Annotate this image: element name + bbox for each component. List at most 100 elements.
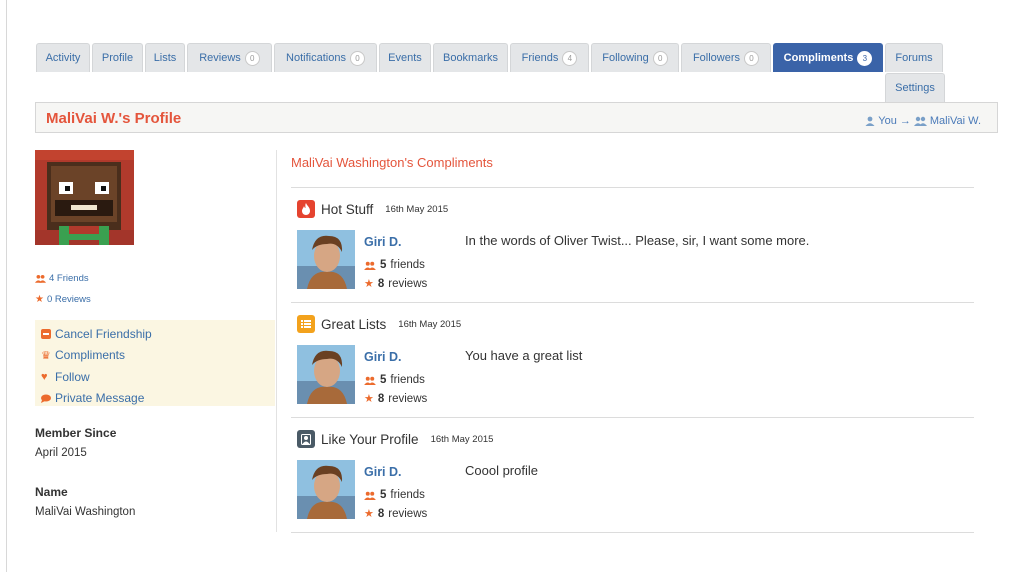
star-icon: ★ <box>364 278 374 290</box>
tab-count-badge: 0 <box>744 50 760 66</box>
compliment-message: In the words of Oliver Twist... Please, … <box>465 233 810 248</box>
user-photo[interactable] <box>297 230 355 289</box>
crumb-you-link[interactable]: You <box>878 115 897 127</box>
star-icon: ★ <box>364 508 374 520</box>
list-icon <box>297 315 315 333</box>
action-label: Private Message <box>55 391 145 406</box>
friends-label: friends <box>390 374 425 386</box>
compliment-date: 16th May 2015 <box>385 203 449 215</box>
profile-actions: Cancel Friendship ♛ Compliments ♥ Follow… <box>35 320 275 406</box>
user-friends-stat: 5 friends <box>364 259 425 271</box>
tab-activity[interactable]: Activity <box>36 43 90 72</box>
private-message-button[interactable]: Private Message <box>41 388 275 410</box>
tab-label: Bookmarks <box>442 52 499 64</box>
user-name-link[interactable]: Giri D. <box>364 235 402 249</box>
crumb-arrow: → <box>899 115 911 127</box>
compliment-type: Hot Stuff <box>321 201 374 217</box>
member-since-label: Member Since <box>35 426 117 440</box>
avatar <box>35 150 134 245</box>
tab-label: Lists <box>153 52 177 64</box>
profile-icon <box>297 430 315 448</box>
tab-profile[interactable]: Profile <box>92 43 143 72</box>
users-icon <box>364 261 376 270</box>
page-left-border <box>6 0 7 572</box>
column-divider <box>276 150 277 532</box>
tab-label: Activity <box>45 52 81 64</box>
user-name-link[interactable]: Giri D. <box>364 465 402 479</box>
divider <box>291 532 974 533</box>
star-icon: ★ <box>364 393 374 405</box>
tab-label: Reviews <box>199 52 241 64</box>
crumb-user-link[interactable]: MaliVai W. <box>930 115 981 127</box>
compliment-header: Hot Stuff 16th May 2015 <box>297 200 448 218</box>
tab-count-badge: 0 <box>349 50 365 66</box>
action-label: Follow <box>55 369 90 384</box>
flame-icon <box>297 200 315 218</box>
reviews-label: reviews <box>388 507 428 520</box>
tab-label: Friends <box>521 52 559 64</box>
users-icon <box>35 274 46 283</box>
tab-count-badge: 0 <box>244 50 260 66</box>
user-icon <box>865 116 875 126</box>
compliment-message: Coool profile <box>465 463 538 478</box>
friends-link-label: 4 Friends <box>49 273 89 284</box>
tab-label: Settings <box>895 82 935 94</box>
tab-forums[interactable]: Forums <box>885 43 943 72</box>
compliment-message: You have a great list <box>465 348 583 363</box>
tab-friends[interactable]: Friends 4 <box>510 43 589 72</box>
compliments-button[interactable]: ♛ Compliments <box>41 345 275 367</box>
friends-label: friends <box>390 489 425 501</box>
friends-count: 5 <box>380 374 387 386</box>
user-photo[interactable] <box>297 460 355 519</box>
user-photo[interactable] <box>297 345 355 404</box>
tab-lists[interactable]: Lists <box>145 43 185 72</box>
tab-label: Following <box>602 52 649 64</box>
friends-count-link[interactable]: 4 Friends <box>35 273 89 284</box>
trophy-icon: ♛ <box>41 349 51 362</box>
tab-label: Followers <box>692 52 741 64</box>
compliment-header: Great Lists 16th May 2015 <box>297 315 461 333</box>
compliment-date: 16th May 2015 <box>398 318 462 330</box>
tab-bookmarks[interactable]: Bookmarks <box>433 43 508 72</box>
reviews-count: 8 <box>377 507 385 520</box>
reviews-label: reviews <box>388 392 428 405</box>
reviews-count: 8 <box>377 277 385 290</box>
compliment-date: 16th May 2015 <box>430 433 494 445</box>
compliment-type: Like Your Profile <box>321 431 419 447</box>
friends-count: 5 <box>380 259 387 271</box>
tab-count-badge: 4 <box>562 50 578 66</box>
user-friends-stat: 5 friends <box>364 374 425 386</box>
breadcrumb: You → MaliVai W. <box>865 115 981 127</box>
user-friends-stat: 5 friends <box>364 489 425 501</box>
tab-notifications[interactable]: Notifications 0 <box>274 43 377 72</box>
friends-count: 5 <box>380 489 387 501</box>
user-reviews-stat: ★ 8 reviews <box>364 507 428 521</box>
follow-button[interactable]: ♥ Follow <box>41 366 275 388</box>
action-label: Cancel Friendship <box>55 326 152 341</box>
tab-label: Notifications <box>286 52 346 64</box>
profile-tabs: Activity Profile Lists Reviews 0 Notifica… <box>36 43 956 103</box>
friends-label: friends <box>390 259 425 271</box>
compliments-title: MaliVai Washington's Compliments <box>291 155 493 170</box>
users-icon <box>364 491 376 500</box>
tab-count-badge: 3 <box>857 50 873 66</box>
user-reviews-stat: ★ 8 reviews <box>364 277 428 291</box>
tab-reviews[interactable]: Reviews 0 <box>187 43 272 72</box>
compliment-header: Like Your Profile 16th May 2015 <box>297 430 493 448</box>
reviews-link-label: 0 Reviews <box>46 294 91 305</box>
users-icon <box>364 376 376 385</box>
tab-events[interactable]: Events <box>379 43 431 72</box>
name-value: MaliVai Washington <box>35 506 136 518</box>
user-name-link[interactable]: Giri D. <box>364 350 402 364</box>
tab-following[interactable]: Following 0 <box>591 43 679 72</box>
compliment-type: Great Lists <box>321 316 387 332</box>
cancel-friendship-button[interactable]: Cancel Friendship <box>41 323 275 345</box>
heart-icon: ♥ <box>41 370 48 383</box>
reviews-count-link[interactable]: ★ 0 Reviews <box>35 294 91 305</box>
reviews-count: 8 <box>377 392 385 405</box>
tab-settings[interactable]: Settings <box>885 73 945 102</box>
reviews-label: reviews <box>388 277 428 290</box>
tab-followers[interactable]: Followers 0 <box>681 43 771 72</box>
users-icon <box>913 116 927 126</box>
tab-compliments[interactable]: Compliments 3 <box>773 43 883 72</box>
